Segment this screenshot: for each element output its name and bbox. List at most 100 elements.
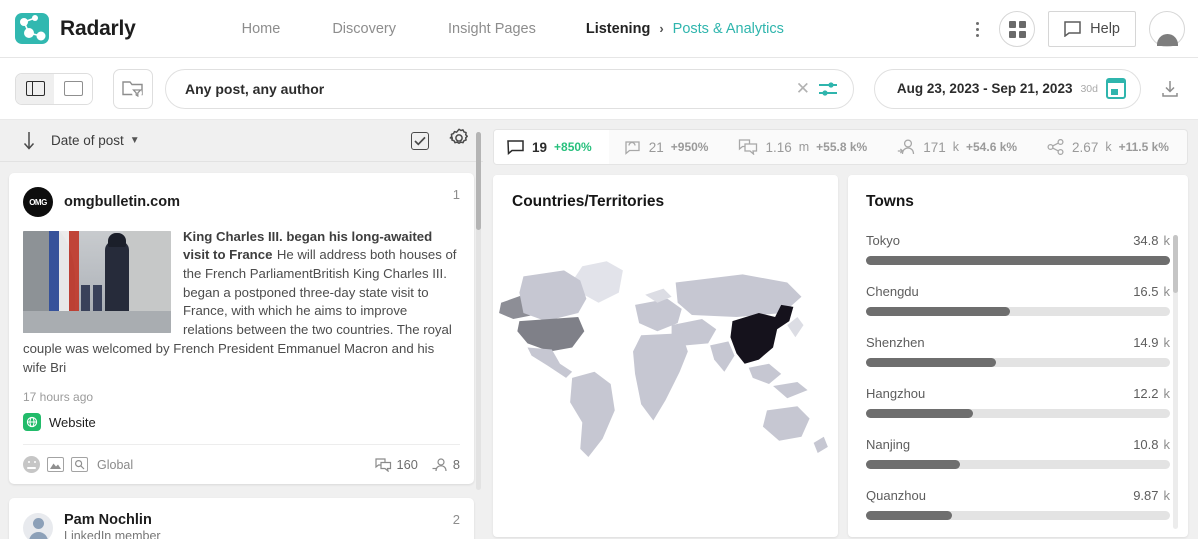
- kpi-impressions[interactable]: 1.16 m +55.8 k%: [723, 130, 882, 164]
- breadcrumb-listening[interactable]: Listening: [586, 21, 650, 37]
- town-value: 12.2 k: [1133, 386, 1170, 401]
- advanced-filters-icon[interactable]: [815, 81, 841, 97]
- chevron-down-icon[interactable]: ▼: [130, 135, 140, 146]
- feed-toolbar-actions: [411, 128, 469, 153]
- grid-cell: [1008, 20, 1016, 28]
- region-usa: [517, 317, 585, 352]
- select-all-checkbox[interactable]: [411, 131, 429, 150]
- region-new-zealand: [813, 436, 828, 453]
- single-view-button[interactable]: [54, 73, 92, 104]
- post-shares-value: 160: [396, 457, 418, 473]
- post-author-block: Pam Nochlin LinkedIn member: [64, 512, 161, 539]
- search-box[interactable]: Any post, any author ✕: [165, 68, 854, 109]
- town-row[interactable]: Nanjing 10.8 k: [866, 437, 1170, 469]
- calendar-icon[interactable]: [1105, 78, 1127, 99]
- kpi-shares-unit: k: [1105, 140, 1112, 154]
- post-source-name[interactable]: omgbulletin.com: [64, 194, 180, 210]
- post-source-subtitle: LinkedIn member: [64, 529, 161, 539]
- town-row[interactable]: Chengdu 16.5 k: [866, 284, 1170, 316]
- top-navigation-bar: Radarly Home Discovery Insight Pages Lis…: [0, 0, 1198, 58]
- post-thumbnail-image[interactable]: [23, 231, 171, 333]
- region-africa: [633, 333, 688, 421]
- feed-toolbar: Date of post ▼: [0, 120, 483, 162]
- magnifier-glyph-icon: [74, 460, 85, 470]
- image-media-icon[interactable]: [47, 457, 64, 473]
- user-avatar-button[interactable]: [1149, 11, 1185, 47]
- kpi-engagement-value: 21: [648, 139, 664, 155]
- world-map[interactable]: [493, 233, 838, 537]
- towns-scrollbar-thumb[interactable]: [1173, 235, 1178, 293]
- town-name: Chengdu: [866, 284, 919, 299]
- nav-discovery[interactable]: Discovery: [306, 21, 422, 37]
- town-row[interactable]: Quanzhou 9.87 k: [866, 488, 1170, 520]
- main-menu: Home Discovery Insight Pages: [216, 21, 562, 37]
- post-footer: Global 160 8: [23, 444, 460, 484]
- brand-logo-area[interactable]: Radarly: [0, 13, 136, 44]
- help-button[interactable]: Help: [1048, 11, 1136, 47]
- town-value: 34.8 k: [1133, 233, 1170, 248]
- help-label: Help: [1090, 21, 1120, 37]
- post-reach-value: 8: [452, 457, 460, 473]
- kpi-engagement[interactable]: 21 +950%: [609, 130, 724, 164]
- town-name: Quanzhou: [866, 488, 926, 503]
- kpi-reach[interactable]: 171 k +54.6 k%: [882, 130, 1032, 164]
- map-regions: [499, 261, 828, 458]
- split-view-button[interactable]: [16, 73, 54, 104]
- arrow-down-icon: [23, 131, 35, 150]
- kpi-impressions-unit: m: [798, 140, 810, 154]
- grid-cell: [1008, 30, 1016, 38]
- post-geo-label: Global: [97, 457, 134, 472]
- analytics-widgets: Countries/Territories Towns Tokyo 34.8 k…: [493, 175, 1188, 537]
- post-card[interactable]: Pam Nochlin LinkedIn member 2: [9, 498, 474, 539]
- person-shape: [93, 285, 102, 311]
- region-india: [710, 341, 735, 372]
- town-row[interactable]: Shenzhen 14.9 k: [866, 335, 1170, 367]
- region-australia: [762, 406, 810, 441]
- sort-direction-icon[interactable]: [14, 131, 44, 151]
- french-flag-shape: [49, 231, 79, 315]
- multi-post-icon: [739, 139, 758, 155]
- more-options-icon[interactable]: [968, 17, 986, 41]
- kebab-dot: [975, 21, 979, 25]
- feed-scroll-area[interactable]: OMG omgbulletin.com 1 King Charles III.: [0, 162, 483, 539]
- grid-cell: [1018, 20, 1026, 28]
- post-index: 1: [452, 187, 460, 202]
- post-source-name[interactable]: Pam Nochlin: [64, 512, 161, 528]
- town-row[interactable]: Hangzhou 12.2 k: [866, 386, 1170, 418]
- saved-filters-button[interactable]: [113, 68, 153, 109]
- grid-cell: [1018, 30, 1026, 38]
- feed-settings-button[interactable]: [449, 128, 469, 153]
- apps-grid-icon: [1008, 20, 1026, 38]
- posts-feed-panel: Date of post ▼ OMG omgbulletin.com 1 Kin…: [0, 120, 483, 539]
- town-value-number: 9.87: [1133, 488, 1159, 503]
- town-row[interactable]: Tokyo 34.8 k: [866, 233, 1170, 265]
- sort-field-label[interactable]: Date of post: [51, 133, 124, 148]
- feed-scrollbar-thumb[interactable]: [476, 132, 481, 230]
- post-header: Pam Nochlin LinkedIn member 2: [23, 512, 460, 539]
- date-range-value: Aug 23, 2023 - Sep 21, 2023: [896, 81, 1073, 96]
- share-icon: [1047, 139, 1064, 155]
- kpi-mentions[interactable]: 19 +850%: [494, 130, 609, 164]
- nav-home[interactable]: Home: [216, 21, 307, 37]
- download-button[interactable]: [1157, 80, 1183, 98]
- post-index: 2: [452, 512, 460, 528]
- apps-grid-button[interactable]: [999, 11, 1036, 47]
- search-in-post-icon[interactable]: [71, 457, 88, 473]
- search-input[interactable]: Any post, any author: [185, 81, 791, 97]
- kpi-impressions-value: 1.16: [765, 139, 792, 155]
- date-range-picker[interactable]: Aug 23, 2023 - Sep 21, 2023 30d: [873, 68, 1141, 109]
- download-icon: [1162, 80, 1178, 97]
- nav-insight-pages[interactable]: Insight Pages: [422, 21, 562, 37]
- sentiment-neutral-icon[interactable]: [23, 456, 40, 474]
- kpi-shares[interactable]: 2.67 k +11.5 k%: [1032, 130, 1184, 164]
- sliders-icon: [818, 81, 837, 96]
- town-bar-track: [866, 460, 1170, 469]
- view-layout-toggle: [15, 72, 93, 105]
- clear-search-icon[interactable]: ✕: [791, 80, 815, 97]
- kebab-dot: [975, 33, 979, 37]
- kebab-dot: [975, 27, 979, 31]
- town-value-unit: k: [1163, 335, 1171, 350]
- breadcrumb-posts-analytics[interactable]: Posts & Analytics: [673, 21, 784, 37]
- town-value: 10.8 k: [1133, 437, 1170, 452]
- post-card[interactable]: OMG omgbulletin.com 1 King Charles III.: [9, 173, 474, 485]
